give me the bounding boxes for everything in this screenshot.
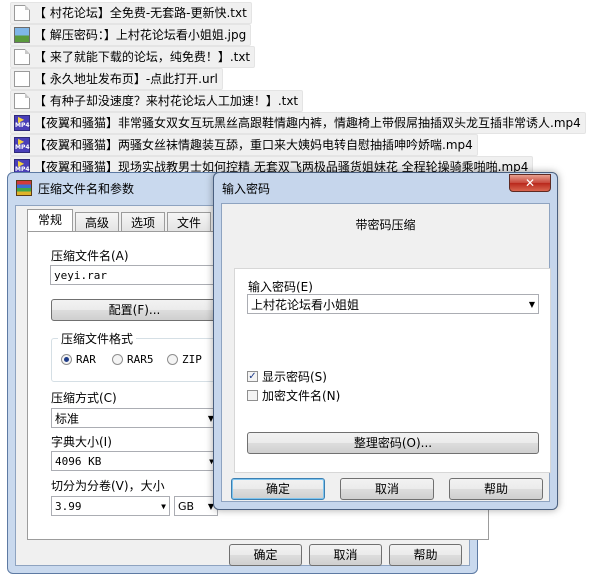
format-groupbox: 压缩文件格式 RAR RAR5 ZIP bbox=[51, 330, 220, 382]
ok-button[interactable]: 确定 bbox=[229, 544, 302, 566]
password-panel: 输入密码(E) 上村花论坛看小姐姐 ▼ 显示密码(S) 加密文件名(N) 整理密… bbox=[234, 268, 551, 473]
chevron-down-icon[interactable]: ▼ bbox=[529, 295, 535, 315]
checkbox[interactable] bbox=[247, 371, 258, 382]
archive-dialog-title: 压缩文件名和参数 bbox=[38, 181, 135, 196]
mp4-badge: MP4 bbox=[15, 122, 30, 129]
format-radio-zip[interactable]: ZIP bbox=[167, 353, 202, 366]
method-select[interactable]: 标准 ▼ bbox=[51, 408, 218, 428]
file-name: 【 来了就能下载的论坛，纯免费！】.txt bbox=[34, 50, 251, 64]
close-button[interactable]: ✕ bbox=[509, 174, 551, 192]
close-icon: ✕ bbox=[524, 176, 536, 190]
password-subtitle: 带密码压缩 bbox=[355, 218, 416, 232]
radio-label: RAR bbox=[76, 353, 96, 366]
file-name: 【夜翼和骚猫】非常骚女双女互玩黑丝高跟鞋情趣内裤，情趣椅上带假屌抽插双头龙互插非… bbox=[34, 116, 581, 130]
file-item[interactable]: 【 永久地址发布页】-点此打开.url bbox=[10, 68, 223, 90]
file-name: 【 有种子却没速度？来村花论坛人工加速！】.txt bbox=[34, 94, 299, 108]
image-file-icon bbox=[14, 27, 30, 43]
split-unit-value: GB bbox=[178, 500, 195, 513]
password-dialog-title: 输入密码 bbox=[222, 182, 271, 196]
file-name: 【 解压密码：】上村花论坛看小姐姐.jpg bbox=[34, 28, 247, 42]
tab-files[interactable]: 文件 bbox=[167, 212, 212, 233]
txt-file-icon bbox=[14, 49, 30, 65]
format-radio-rar5[interactable]: RAR5 bbox=[112, 353, 154, 366]
mp4-file-icon: MP4 bbox=[14, 137, 30, 153]
password-input[interactable]: 上村花论坛看小姐姐 ▼ bbox=[247, 294, 539, 314]
winrar-icon bbox=[16, 180, 32, 196]
configure-button[interactable]: 配置(F)... bbox=[51, 299, 218, 321]
format-label: 压缩文件格式 bbox=[58, 330, 137, 347]
encrypt-names-checkbox[interactable]: 加密文件名(N) bbox=[247, 387, 340, 404]
show-password-checkbox[interactable]: 显示密码(S) bbox=[247, 368, 327, 385]
file-name: 【 村花论坛】全免费-无套路-更新快.txt bbox=[34, 6, 247, 20]
checkbox[interactable] bbox=[247, 390, 258, 401]
radio-button[interactable] bbox=[61, 354, 72, 365]
txt-file-icon bbox=[14, 93, 30, 109]
file-item[interactable]: MP4 【夜翼和骚猫】两骚女丝袜情趣装互舔，重口来大姨妈电转自慰抽插呻吟娇喘.m… bbox=[10, 134, 478, 156]
tab-general[interactable]: 常规 bbox=[27, 209, 74, 233]
file-item[interactable]: 【 解压密码：】上村花论坛看小姐姐.jpg bbox=[10, 24, 252, 46]
radio-label: RAR5 bbox=[127, 353, 154, 366]
cancel-button[interactable]: 取消 bbox=[309, 544, 382, 566]
split-size-select[interactable]: 3.99 ▼ bbox=[51, 496, 170, 516]
archive-name-input[interactable]: yeyi.rar bbox=[50, 265, 225, 285]
organize-passwords-button[interactable]: 整理密码(O)... bbox=[247, 432, 539, 454]
encrypt-names-label: 加密文件名(N) bbox=[262, 389, 341, 403]
chevron-down-icon[interactable]: ▼ bbox=[161, 497, 166, 517]
txt-file-icon bbox=[14, 5, 30, 21]
file-name: 【 永久地址发布页】-点此打开.url bbox=[34, 72, 218, 86]
password-dialog-body: 带密码压缩 输入密码(E) 上村花论坛看小姐姐 ▼ 显示密码(S) 加密文件名(… bbox=[221, 203, 551, 502]
help-button[interactable]: 帮助 bbox=[449, 478, 543, 500]
radio-button[interactable] bbox=[112, 354, 123, 365]
split-label: 切分为分卷(V)，大小 bbox=[51, 479, 165, 493]
password-dialog: 输入密码 ✕ 带密码压缩 输入密码(E) 上村花论坛看小姐姐 ▼ 显示密码(S)… bbox=[213, 172, 558, 510]
tab-advanced[interactable]: 高级 bbox=[75, 212, 120, 233]
method-label: 压缩方式(C) bbox=[51, 391, 117, 405]
file-item[interactable]: 【 来了就能下载的论坛，纯免费！】.txt bbox=[10, 46, 256, 68]
mp4-file-icon: MP4 bbox=[14, 115, 30, 131]
cancel-button[interactable]: 取消 bbox=[340, 478, 434, 500]
help-button[interactable]: 帮助 bbox=[389, 544, 462, 566]
show-password-label: 显示密码(S) bbox=[262, 370, 327, 384]
file-item[interactable]: 【 村花论坛】全免费-无套路-更新快.txt bbox=[10, 2, 252, 24]
file-item[interactable]: MP4 【夜翼和骚猫】非常骚女双女互玩黑丝高跟鞋情趣内裤，情趣椅上带假屌抽插双头… bbox=[10, 112, 586, 134]
tab-options[interactable]: 选项 bbox=[121, 212, 166, 233]
file-item[interactable]: 【 有种子却没速度？来村花论坛人工加速！】.txt bbox=[10, 90, 304, 112]
radio-label: ZIP bbox=[182, 353, 202, 366]
radio-button[interactable] bbox=[167, 354, 178, 365]
dictionary-select[interactable]: 4096 KB ▼ bbox=[51, 451, 218, 471]
tab-bar: 常规 高级 选项 文件 bbox=[27, 209, 213, 233]
password-label: 输入密码(E) bbox=[248, 280, 313, 294]
method-value: 标准 bbox=[55, 412, 80, 426]
ok-button[interactable]: 确定 bbox=[231, 478, 325, 500]
file-name: 【夜翼和骚猫】两骚女丝袜情趣装互舔，重口来大姨妈电转自慰抽插呻吟娇喘.mp4 bbox=[34, 138, 473, 152]
password-value: 上村花论坛看小姐姐 bbox=[251, 298, 360, 312]
dictionary-value: 4096 KB bbox=[55, 455, 102, 468]
archive-dialog-titlebar[interactable]: 压缩文件名和参数 bbox=[16, 179, 134, 197]
format-radio-rar[interactable]: RAR bbox=[61, 353, 96, 366]
archive-name-label: 压缩文件名(A) bbox=[51, 249, 129, 263]
dictionary-label: 字典大小(I) bbox=[51, 435, 112, 449]
url-file-icon bbox=[14, 71, 30, 87]
mp4-badge: MP4 bbox=[15, 144, 30, 151]
split-size-value: 3.99 bbox=[55, 500, 82, 513]
split-unit-select[interactable]: GB ▼ bbox=[174, 496, 218, 516]
